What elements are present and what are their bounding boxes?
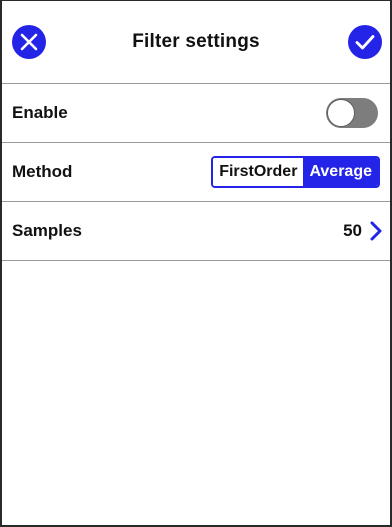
enable-label: Enable	[12, 103, 68, 122]
chevron-right-icon	[370, 221, 382, 241]
header-bar: Filter settings	[2, 1, 390, 84]
samples-label: Samples	[12, 221, 82, 240]
enable-toggle[interactable]	[326, 98, 378, 128]
samples-value-group: 50	[343, 221, 382, 241]
method-label: Method	[12, 162, 73, 181]
enable-row: Enable	[2, 84, 390, 143]
samples-row[interactable]: Samples 50	[2, 202, 390, 261]
samples-value: 50	[343, 221, 362, 240]
check-icon	[355, 35, 375, 50]
method-row: Method FirstOrder Average	[2, 143, 390, 202]
filter-settings-screen: Filter settings Enable Method FirstOrder…	[0, 0, 392, 527]
segment-average[interactable]: Average	[303, 158, 378, 186]
toggle-knob	[327, 99, 355, 127]
cancel-button[interactable]	[12, 25, 46, 59]
page-title: Filter settings	[132, 31, 260, 52]
method-segmented-control: FirstOrder Average	[211, 156, 380, 188]
segment-firstorder[interactable]: FirstOrder	[213, 158, 304, 186]
confirm-button[interactable]	[348, 25, 382, 59]
close-icon	[20, 33, 38, 51]
